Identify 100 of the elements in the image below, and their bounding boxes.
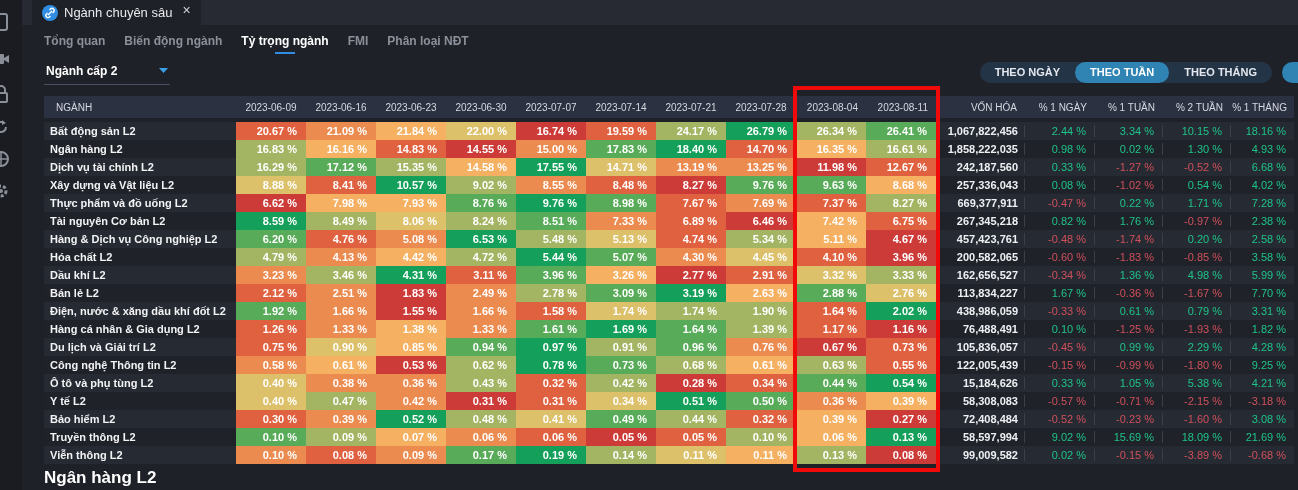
column-header: 2023-06-09 [236,96,306,118]
heatmap-cell: 0.09 % [306,428,376,446]
heatmap-cell: 26.79 % [726,122,796,140]
heatmap-cell: 6.75 % [866,212,936,230]
level-dropdown[interactable]: Ngành cấp 2 [44,59,170,85]
heatmap-cell: 0.54 % [866,374,936,392]
heatmap-cell: 0.43 % [446,374,516,392]
heatmap-cell: 12.67 % [866,158,936,176]
column-header: % 1 THÁNG [1230,96,1294,118]
heatmap-cell: 2.91 % [726,266,796,284]
column-header: 2023-06-30 [446,96,516,118]
nav-tab[interactable]: Tỷ trọng ngành [241,31,329,51]
nav-tab[interactable]: FMI [347,31,369,51]
heatmap-cell: 0.52 % [376,410,446,428]
toggle-button[interactable] [1282,61,1298,83]
heatmap-cell: 0.49 % [586,410,656,428]
column-header: 2023-07-28 [726,96,796,118]
heatmap-cell: 1.39 % [726,320,796,338]
column-header: 2023-07-21 [656,96,726,118]
heatmap-cell: 1.66 % [446,302,516,320]
heatmap-cell: 26.34 % [796,122,866,140]
heatmap-cell: 6.62 % [236,194,306,212]
change-cell: 6.68 % [1230,158,1294,176]
column-header: % 1 TUẦN [1094,96,1162,118]
heatmap-cell: 0.96 % [656,338,726,356]
period-button[interactable]: THEO TUẦN [1075,61,1170,83]
heatmap-cell: 5.48 % [516,230,586,248]
heatmap-cell: 7.37 % [796,194,866,212]
heatmap-cell: 8.06 % [376,212,446,230]
industry-name: Ô tô và phụ tùng L2 [44,374,236,392]
change-cell: 0.99 % [1094,338,1162,356]
heatmap-cell: 2.49 % [446,284,516,302]
period-button[interactable]: THEO NGÀY [979,61,1076,83]
heatmap-cell: 9.76 % [726,176,796,194]
heatmap-cell: 8.88 % [236,176,306,194]
heatmap-cell: 11.98 % [796,158,866,176]
heatmap-cell: 4.13 % [306,248,376,266]
heatmap-cell: 0.40 % [236,392,306,410]
heatmap-cell: 3.46 % [306,266,376,284]
period-button[interactable]: THEO THÁNG [1169,61,1272,83]
heatmap-cell: 5.07 % [586,248,656,266]
heatmap-cell: 24.17 % [656,122,726,140]
heatmap-cell: 0.34 % [586,392,656,410]
heatmap-cell: 0.75 % [236,338,306,356]
heatmap-cell: 5.44 % [516,248,586,266]
heatmap-cell: 0.53 % [376,356,446,374]
heatmap-cell: 0.10 % [236,446,306,464]
heatmap-cell: 0.39 % [796,410,866,428]
change-cell: -0.23 % [1094,410,1162,428]
heatmap-cell: 0.05 % [656,428,726,446]
change-cell: 3.31 % [1230,302,1294,320]
change-cell: -1.27 % [1094,158,1162,176]
heatmap-cell: 2.12 % [236,284,306,302]
heatmap-cell: 0.05 % [586,428,656,446]
change-cell: 0.33 % [1024,374,1094,392]
heatmap-cell: 0.06 % [446,428,516,446]
change-cell: 7.28 % [1230,194,1294,212]
heatmap-cell: 6.46 % [726,212,796,230]
heatmap-cell: 0.30 % [236,410,306,428]
heatmap-cell: 7.33 % [586,212,656,230]
heatmap-cell: 2.76 % [866,284,936,302]
change-cell: -3.89 % [1162,446,1230,464]
heatmap-cell: 0.67 % [796,338,866,356]
industry-name: Bất động sản L2 [44,122,236,140]
link-icon [42,4,58,21]
heatmap-cell: 3.96 % [866,248,936,266]
nav-tab[interactable]: Tổng quan [44,31,106,51]
heatmap-cell: 1.66 % [306,302,376,320]
close-button[interactable]: × [178,1,191,18]
change-cell: -0.52 % [1024,410,1094,428]
heatmap-cell: 4.31 % [376,266,446,284]
caret-icon [159,67,168,74]
heatmap-cell: 0.51 % [656,392,726,410]
heatmap-cell: 4.10 % [796,248,866,266]
industry-name: Thực phẩm và đồ uống L2 [44,194,236,212]
heatmap-cell: 8.68 % [866,176,936,194]
heatmap-cell: 0.42 % [376,392,446,410]
change-cell: 4.21 % [1230,374,1294,392]
nav-tab[interactable]: Biến động ngành [124,31,223,51]
heatmap-cell: 1.33 % [306,320,376,338]
heatmap-cell: 0.94 % [446,338,516,356]
heatmap-cell: 9.02 % [446,176,516,194]
column-header: 2023-06-23 [376,96,446,118]
heatmap-cell: 8.59 % [236,212,306,230]
industry-name: Dịch vụ tài chính L2 [44,158,236,176]
heatmap-cell: 3.32 % [796,266,866,284]
heatmap-cell: 0.36 % [796,392,866,410]
change-cell: 0.79 % [1162,302,1230,320]
heatmap-cell: 0.78 % [516,356,586,374]
heatmap-cell: 14.58 % [446,158,516,176]
heatmap-cell: 14.83 % [376,140,446,158]
heatmap-cell: 1.64 % [796,302,866,320]
heatmap-cell: 0.39 % [306,410,376,428]
nav-tab[interactable]: Phân loại NĐT [387,31,469,51]
window-tab[interactable]: Ngành chuyên sâu × [32,0,201,25]
change-cell: 2.58 % [1230,230,1294,248]
column-header: % 1 NGÀY [1024,96,1094,118]
heatmap-cell: 1.17 % [796,320,866,338]
heatmap-cell: 0.31 % [516,392,586,410]
heatmap-cell: 3.33 % [866,266,936,284]
